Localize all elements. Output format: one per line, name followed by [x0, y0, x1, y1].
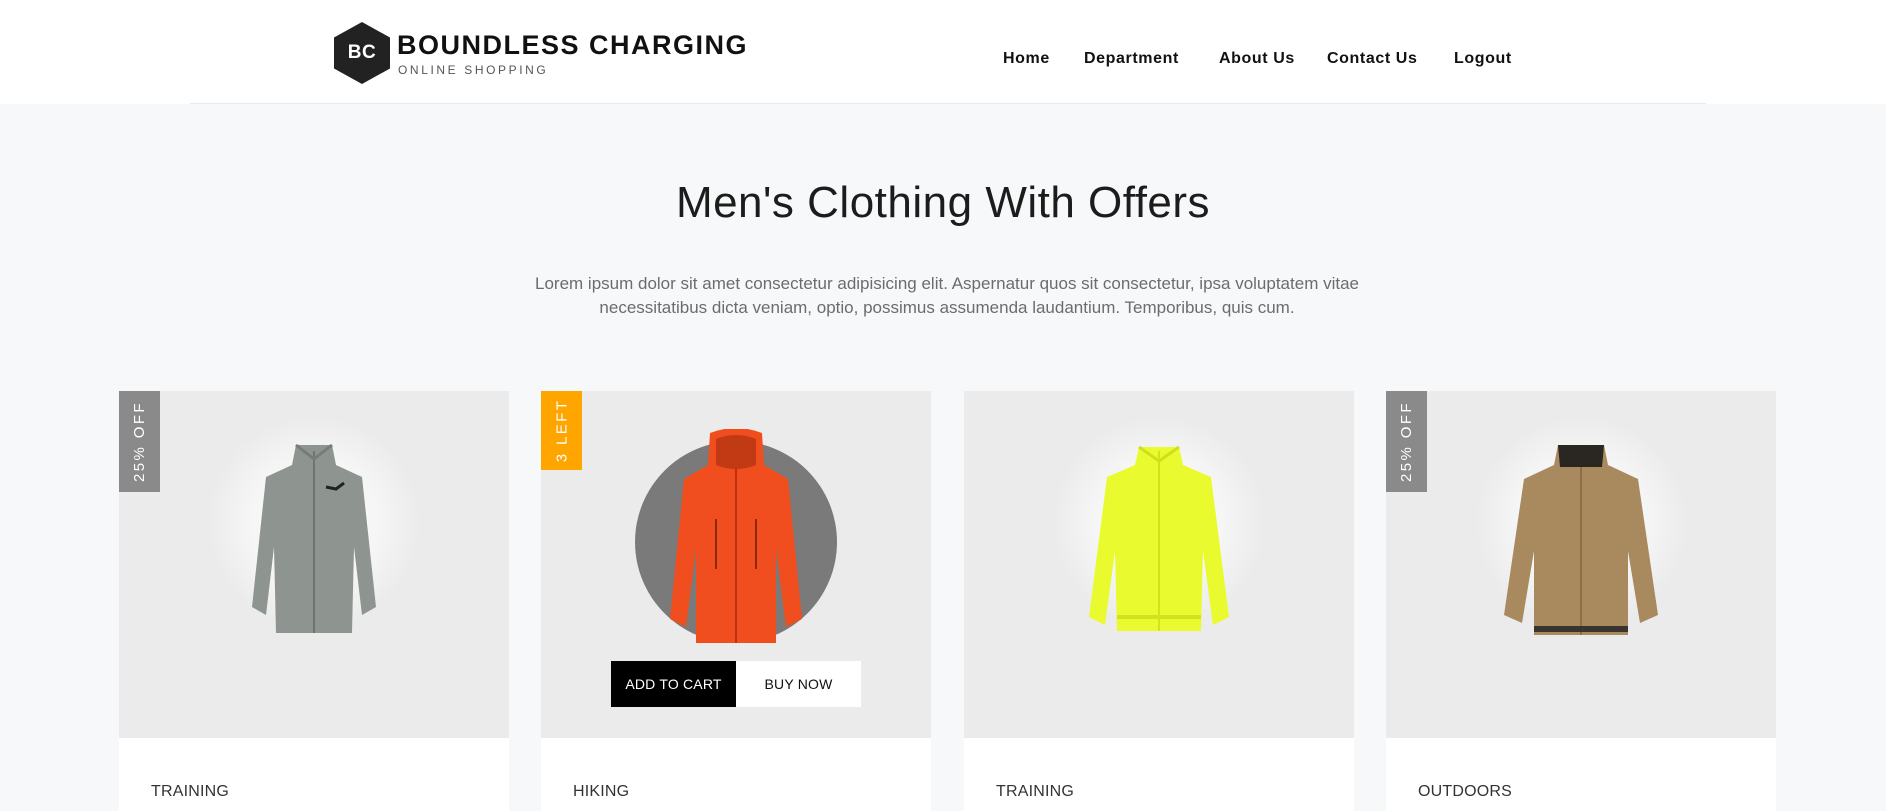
- brand-name[interactable]: BOUNDLESS CHARGING: [397, 30, 748, 61]
- nav-link-home[interactable]: Home: [1003, 50, 1050, 68]
- nav-link-department[interactable]: Department: [1084, 50, 1179, 68]
- discount-badge-label: 25% OFF: [1398, 401, 1416, 482]
- product-image-area[interactable]: ADD TO CART BUY NOW 3 LEFT: [541, 391, 931, 738]
- jacket-icon: [1504, 445, 1658, 635]
- product-image-area[interactable]: 25% OFF: [1386, 391, 1776, 738]
- product-image-area[interactable]: 25% OFF: [119, 391, 509, 738]
- jacket-icon: [252, 443, 376, 633]
- product-card[interactable]: ADD TO CART BUY NOW 3 LEFT HIKING: [541, 391, 931, 811]
- product-card[interactable]: 25% OFF OUTDOORS: [1386, 391, 1776, 811]
- product-card[interactable]: TRAINING: [964, 391, 1354, 811]
- product-category[interactable]: TRAINING: [151, 783, 229, 801]
- discount-badge: 25% OFF: [119, 391, 160, 492]
- nav-link-logout[interactable]: Logout: [1454, 50, 1512, 68]
- brand-tagline: ONLINE SHOPPING: [398, 63, 549, 77]
- discount-badge-label: 25% OFF: [131, 401, 149, 482]
- header-divider: [190, 103, 1706, 104]
- section-description: Lorem ipsum dolor sit amet consectetur a…: [535, 274, 1359, 317]
- product-category[interactable]: HIKING: [573, 783, 629, 801]
- product-category[interactable]: OUTDOORS: [1418, 783, 1512, 801]
- site-header: [0, 0, 1886, 104]
- stock-badge: 3 LEFT: [541, 391, 582, 470]
- brand-initials: BC: [347, 42, 377, 63]
- nav-link-contact-us[interactable]: Contact Us: [1327, 50, 1417, 68]
- section-title: Men's Clothing With Offers: [675, 178, 1211, 227]
- nav-link-about-us[interactable]: About Us: [1219, 50, 1295, 68]
- product-category[interactable]: TRAINING: [996, 783, 1074, 801]
- discount-badge: 25% OFF: [1386, 391, 1427, 492]
- jacket-icon: [1089, 445, 1229, 631]
- buy-now-button[interactable]: BUY NOW: [736, 661, 861, 707]
- jacket-icon: [670, 429, 802, 643]
- product-card[interactable]: 25% OFF TRAINING: [119, 391, 509, 811]
- stock-badge-label: 3 LEFT: [553, 398, 570, 463]
- product-image-area[interactable]: [964, 391, 1354, 738]
- add-to-cart-button[interactable]: ADD TO CART: [611, 661, 736, 707]
